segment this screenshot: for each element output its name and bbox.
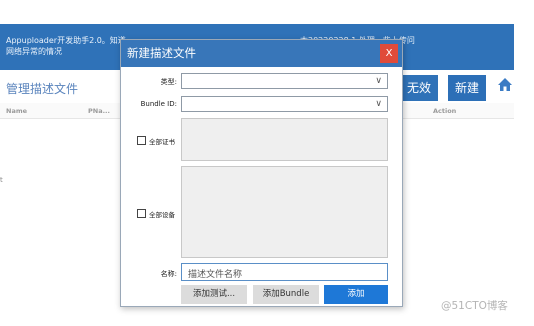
- all-certificates-checkbox[interactable]: [137, 136, 146, 145]
- column-header-name: Name: [6, 107, 28, 115]
- new-profile-dialog: 新建描述文件 X 类型: ∨ Bundle ID: ∨ 全部证书 全部设备 名称…: [120, 39, 403, 307]
- certificate-list[interactable]: [181, 118, 388, 161]
- chevron-down-icon: ∨: [375, 76, 382, 86]
- close-button[interactable]: X: [380, 44, 398, 63]
- chevron-down-icon: ∨: [375, 99, 382, 109]
- all-certificates-label: 全部证书: [149, 138, 175, 146]
- profile-name-placeholder: 描述文件名称: [188, 270, 243, 280]
- screen: Appuploader开发助手2.0。知道 网络异常的情况 本20220228.…: [0, 0, 534, 326]
- create-button[interactable]: 新建: [448, 75, 486, 101]
- side-mark: t: [0, 176, 3, 184]
- device-list[interactable]: [181, 166, 388, 258]
- column-header-pname: PNa...: [88, 107, 110, 115]
- invalid-button[interactable]: 无效: [400, 75, 438, 101]
- dialog-titlebar[interactable]: 新建描述文件 X: [121, 40, 402, 67]
- dialog-title: 新建描述文件: [127, 46, 196, 60]
- type-select[interactable]: ∨: [181, 73, 388, 89]
- home-icon[interactable]: [496, 75, 514, 101]
- add-test-button[interactable]: 添加测试...: [181, 285, 247, 304]
- bundle-id-select[interactable]: ∨: [181, 96, 388, 112]
- name-label: 名称:: [160, 270, 177, 278]
- profile-name-input[interactable]: 描述文件名称: [181, 263, 388, 281]
- bundle-id-label: Bundle ID:: [140, 100, 177, 108]
- watermark: @51CTO博客: [441, 300, 508, 312]
- all-devices-checkbox[interactable]: [137, 209, 146, 218]
- page-title: 管理描述文件: [6, 82, 79, 96]
- add-button[interactable]: 添加: [324, 285, 388, 304]
- column-header-action: Action: [433, 107, 457, 115]
- type-label: 类型:: [160, 78, 177, 86]
- add-bundle-button[interactable]: 添加Bundle: [253, 285, 319, 304]
- all-devices-label: 全部设备: [149, 211, 175, 219]
